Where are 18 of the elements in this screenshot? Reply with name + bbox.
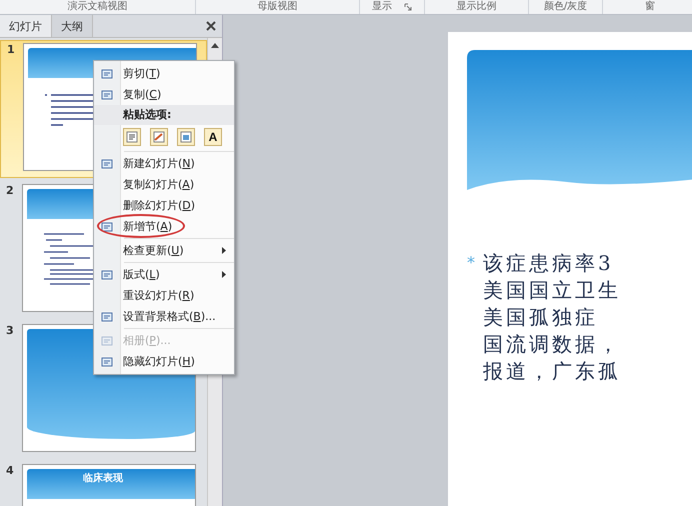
ribbon-group-label: 颜色/灰度 [544, 0, 588, 14]
slide-text-line: 国流调数据， [483, 331, 621, 358]
slide-title: 临床表现 [83, 473, 123, 485]
ribbon-group-label: 演示文稿视图 [68, 0, 128, 14]
menu-header: 粘贴选项: [94, 105, 234, 125]
slide-number: 3 [6, 324, 15, 339]
ribbon-group-label: 显示 [372, 0, 392, 14]
slide-text-line: 报道，广东孤 [483, 358, 621, 385]
slide-number: 4 [6, 464, 15, 479]
ribbon-group-label: 显示比例 [456, 0, 496, 14]
slide-text-line: 该症患病率3 [483, 250, 615, 277]
ribbon-group-label: 母版视图 [258, 0, 298, 14]
slide-number: 2 [6, 184, 15, 199]
slide-text-line: 美国孤独症 [483, 304, 599, 331]
slide-number: 1 [7, 43, 16, 58]
bullet-mark: * [467, 252, 475, 274]
slide-text-line: 美国国立卫生 [483, 277, 621, 304]
ribbon-group-label: 窗 [645, 0, 655, 14]
